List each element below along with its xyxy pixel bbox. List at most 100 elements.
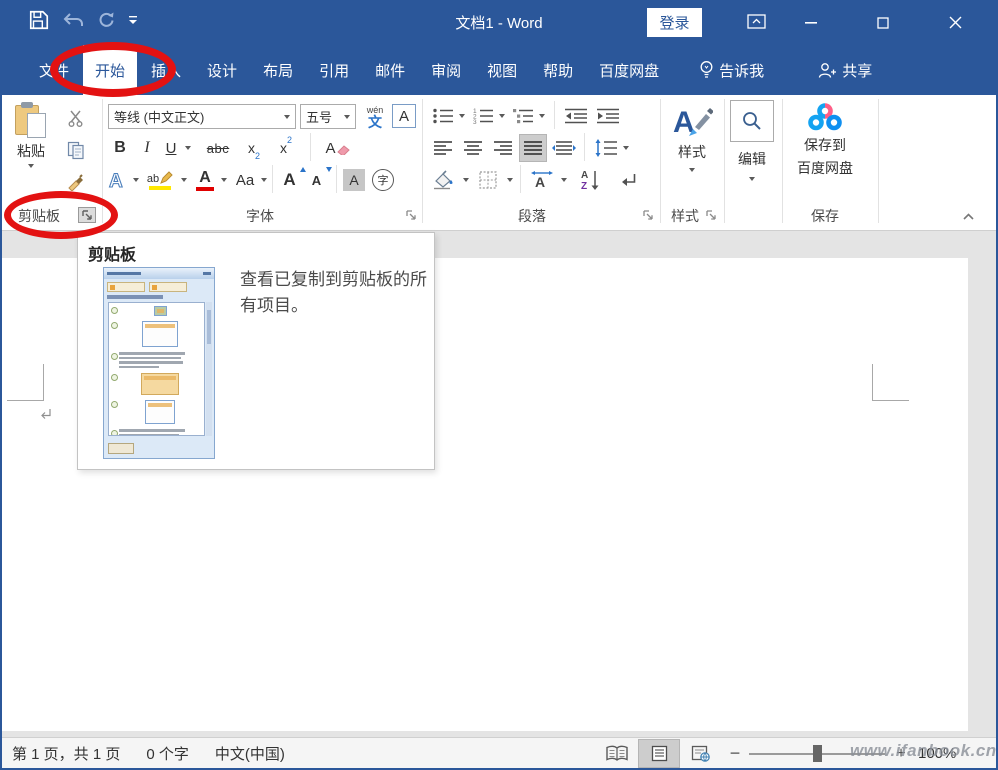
justify-button[interactable] xyxy=(520,135,546,161)
font-color-button[interactable]: A xyxy=(192,167,218,193)
search-icon xyxy=(730,100,774,142)
text-boundary-mark-left xyxy=(7,364,44,401)
underline-button[interactable]: U xyxy=(160,135,182,161)
font-color-bar xyxy=(196,187,214,191)
preview-item-list xyxy=(108,302,205,436)
text-effects-caret[interactable] xyxy=(130,167,142,193)
tab-share[interactable]: 共享 xyxy=(806,45,884,95)
zoom-slider-thumb[interactable] xyxy=(813,745,822,762)
grow-font-button[interactable]: A xyxy=(280,167,306,193)
numbering-button[interactable]: 123 xyxy=(470,103,496,129)
align-center-button[interactable] xyxy=(460,135,486,161)
subscript-button[interactable]: x2 xyxy=(240,135,268,161)
tab-mailings[interactable]: 邮件 xyxy=(363,45,417,95)
show-hide-marks-button[interactable] xyxy=(614,167,642,193)
sort-button[interactable]: AZ xyxy=(576,167,606,193)
tab-references[interactable]: 引用 xyxy=(307,45,361,95)
align-left-button[interactable] xyxy=(430,135,456,161)
text-effects-button[interactable]: A xyxy=(104,167,130,193)
close-button[interactable] xyxy=(932,0,978,45)
highlight-caret[interactable] xyxy=(178,167,190,193)
styles-dialog-launcher[interactable] xyxy=(702,207,720,223)
bullets-caret[interactable] xyxy=(456,103,468,129)
superscript-button[interactable]: x2 xyxy=(272,135,300,161)
borders-button[interactable] xyxy=(474,167,502,193)
tab-layout[interactable]: 布局 xyxy=(251,45,305,95)
shading-caret[interactable] xyxy=(460,167,472,193)
font-color-caret[interactable] xyxy=(218,167,230,193)
shrink-font-button[interactable]: A xyxy=(308,167,332,193)
change-case-button[interactable]: Aa xyxy=(232,167,258,193)
asian-layout-caret[interactable] xyxy=(558,167,570,193)
preview-titlebar xyxy=(104,268,214,279)
shading-button[interactable] xyxy=(430,167,458,193)
tab-review[interactable]: 审阅 xyxy=(419,45,473,95)
clipboard-dialog-launcher[interactable] xyxy=(78,207,96,223)
zoom-in-button[interactable]: + xyxy=(890,738,912,769)
paragraph-dialog-launcher[interactable] xyxy=(639,207,657,223)
italic-button[interactable]: I xyxy=(136,135,158,161)
editing-button[interactable]: 编辑 xyxy=(729,100,775,200)
save-to-baidu-button[interactable]: 保存到 百度网盘 xyxy=(788,101,862,201)
read-mode-icon[interactable] xyxy=(597,740,637,767)
paste-dropdown-caret[interactable] xyxy=(28,164,34,168)
sign-in-button[interactable]: 登录 xyxy=(647,8,702,37)
decrease-indent-button[interactable] xyxy=(562,103,590,129)
styles-button[interactable]: A 样式 xyxy=(666,101,718,201)
tab-design[interactable]: 设计 xyxy=(195,45,249,95)
collapse-ribbon-chevron-icon[interactable] xyxy=(957,203,979,229)
maximize-button[interactable] xyxy=(860,0,906,45)
copy-button[interactable] xyxy=(60,137,92,163)
zoom-level[interactable]: 100% xyxy=(918,738,956,769)
line-spacing-caret[interactable] xyxy=(620,135,632,161)
paragraph-group-label: 段落 xyxy=(422,207,642,225)
language-status[interactable]: 中文(中国) xyxy=(215,743,285,764)
strikethrough-button[interactable]: abc xyxy=(200,135,236,161)
underline-dropdown-caret[interactable] xyxy=(182,135,194,161)
font-size-combobox[interactable]: 五号 xyxy=(300,104,356,129)
format-painter-button[interactable] xyxy=(60,169,92,195)
web-layout-icon[interactable] xyxy=(681,740,721,767)
page-count-status[interactable]: 第 1 页，共 1 页 xyxy=(12,743,120,764)
increase-indent-button[interactable] xyxy=(594,103,622,129)
tab-baidu-netdisk[interactable]: 百度网盘 xyxy=(587,45,671,95)
line-spacing-button[interactable] xyxy=(592,135,620,161)
distributed-button[interactable] xyxy=(550,135,578,161)
zoom-out-button[interactable]: − xyxy=(724,738,746,769)
minimize-button[interactable] xyxy=(788,0,834,45)
bold-button[interactable]: B xyxy=(108,135,132,161)
multilevel-caret[interactable] xyxy=(536,103,548,129)
phonetic-guide-button[interactable]: wén文 xyxy=(360,102,390,132)
tab-help[interactable]: 帮助 xyxy=(531,45,585,95)
change-case-caret[interactable] xyxy=(258,167,270,193)
word-count-status[interactable]: 0 个字 xyxy=(146,743,189,764)
cut-button[interactable] xyxy=(60,105,92,131)
asian-layout-button[interactable]: A xyxy=(526,167,558,193)
customize-qat-icon[interactable] xyxy=(128,16,138,25)
font-name-combobox[interactable]: 等线 (中文正文) xyxy=(108,104,296,129)
tab-tell-me[interactable]: 告诉我 xyxy=(687,45,776,95)
window-title: 文档1 - Word xyxy=(2,0,996,45)
tab-view[interactable]: 视图 xyxy=(475,45,529,95)
borders-caret[interactable] xyxy=(504,167,516,193)
paste-clipboard-icon xyxy=(15,103,47,139)
numbering-caret[interactable] xyxy=(496,103,508,129)
enclose-characters-button[interactable]: 字 xyxy=(372,167,394,193)
character-shading-button[interactable]: A xyxy=(343,167,365,193)
undo-icon[interactable] xyxy=(62,12,86,28)
bullets-button[interactable] xyxy=(430,103,456,129)
redo-icon[interactable] xyxy=(98,11,116,29)
clear-formatting-button[interactable]: A xyxy=(320,135,356,161)
tab-file[interactable]: 文件 xyxy=(27,45,81,95)
print-layout-icon[interactable] xyxy=(639,740,679,767)
character-border-button[interactable]: A xyxy=(392,103,416,129)
tab-home[interactable]: 开始 xyxy=(83,45,137,95)
save-icon[interactable] xyxy=(28,9,50,31)
tab-insert[interactable]: 插入 xyxy=(139,45,193,95)
paste-button[interactable]: 粘贴 xyxy=(8,101,54,203)
ribbon-display-options-icon[interactable] xyxy=(744,12,768,32)
multilevel-list-button[interactable] xyxy=(510,103,536,129)
align-right-button[interactable] xyxy=(490,135,516,161)
highlight-color-button[interactable]: ab xyxy=(144,167,176,193)
font-dialog-launcher[interactable] xyxy=(402,207,420,223)
